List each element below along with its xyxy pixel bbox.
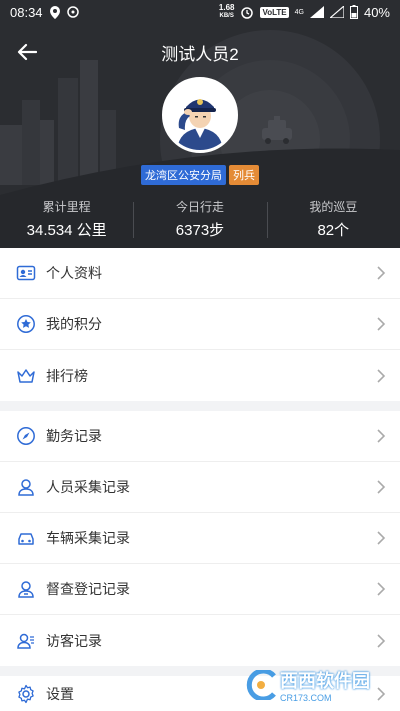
navigation-bar: 测试人员2	[0, 30, 400, 74]
stat-label: 我的巡豆	[309, 200, 358, 214]
sync-icon	[66, 6, 79, 18]
menu-item-visitor-records[interactable]: 访客记录	[0, 615, 400, 666]
chevron-right-icon	[377, 480, 386, 494]
profile-badges: 龙湾区公安分局 列兵	[0, 165, 400, 185]
stat-value: 34.534 公里	[26, 222, 107, 239]
alarm-icon	[241, 7, 254, 19]
menu-label: 督查登记记录	[46, 581, 130, 597]
menu-label: 勤务记录	[46, 428, 102, 444]
menu-label: 设置	[46, 685, 74, 702]
stat-patrol-beans: 我的巡豆 82个	[266, 198, 400, 246]
back-button[interactable]	[12, 38, 42, 66]
avatar[interactable]	[162, 77, 238, 153]
menu-item-vehicle-records[interactable]: 车辆采集记录	[0, 513, 400, 564]
gear-icon	[16, 684, 36, 704]
watermark-url: CR173.COM	[280, 693, 332, 703]
compass-icon	[16, 426, 36, 446]
menu-label: 我的积分	[46, 316, 102, 332]
battery-level: 40%	[363, 4, 390, 20]
stat-today-steps: 今日行走 6373步	[133, 198, 266, 246]
status-bar: 08:34 1.68 KB/S VoLTE 4G 40%	[0, 0, 400, 24]
no-signal-icon	[329, 6, 344, 18]
visitor-icon	[16, 631, 36, 651]
chevron-right-icon	[377, 429, 386, 443]
stat-value: 82个	[317, 222, 350, 239]
rank-badge: 列兵	[229, 165, 259, 185]
chevron-right-icon	[377, 633, 386, 648]
menu-label: 个人资料	[46, 265, 102, 281]
inspector-icon	[16, 579, 36, 599]
menu-group-records: 勤务记录 人员采集记录 车辆采集记录 督查登记记录 访客记录	[0, 411, 400, 666]
stat-total-mileage: 累计里程 34.534 公里	[0, 198, 133, 246]
status-time: 08:34	[10, 4, 43, 20]
battery-icon	[349, 5, 358, 19]
volte-badge: VoLTE	[260, 6, 289, 18]
site-watermark: 西西软件园 CR173.COM	[244, 667, 394, 703]
menu-label: 车辆采集记录	[46, 530, 130, 546]
police-officer-avatar	[165, 80, 235, 150]
id-card-icon	[16, 263, 36, 283]
menu-label: 排行榜	[46, 367, 88, 384]
chevron-right-icon	[377, 582, 386, 596]
menu-item-person-records[interactable]: 人员采集记录	[0, 462, 400, 513]
stats-row: 累计里程 34.534 公里 今日行走 6373步 我的巡豆 82个	[0, 198, 400, 246]
arrow-left-icon	[17, 43, 37, 61]
menu-item-inspection-records[interactable]: 督查登记记录	[0, 564, 400, 615]
location-icon	[49, 5, 60, 19]
menu-item-duty-records[interactable]: 勤务记录	[0, 411, 400, 462]
chevron-right-icon	[377, 531, 386, 545]
menu-label: 人员采集记录	[46, 479, 130, 495]
person-icon	[16, 477, 36, 497]
menu-item-points[interactable]: 我的积分	[0, 299, 400, 350]
profile-header: 08:34 1.68 KB/S VoLTE 4G 40% 测试人员2 龙湾区公安…	[0, 0, 400, 248]
crown-icon	[16, 366, 36, 386]
menu-item-leaderboard[interactable]: 排行榜	[0, 350, 400, 401]
signal-icon	[309, 6, 324, 18]
signal-4g: 4G	[294, 8, 304, 16]
department-badge: 龙湾区公安分局	[141, 165, 226, 185]
chevron-right-icon	[377, 368, 386, 383]
watermark-brand: 西西软件园	[280, 671, 370, 691]
stat-label: 今日行走	[175, 200, 224, 214]
page-title: 测试人员2	[161, 44, 239, 64]
network-speed: 1.68 KB/S	[218, 3, 235, 20]
points-icon	[16, 314, 36, 334]
menu-label: 访客记录	[46, 632, 102, 649]
menu-group-account: 个人资料 我的积分 排行榜	[0, 248, 400, 401]
stat-label: 累计里程	[42, 200, 91, 214]
menu-item-profile[interactable]: 个人资料	[0, 248, 400, 299]
watermark-logo-icon	[246, 670, 276, 700]
chevron-right-icon	[377, 317, 386, 331]
car-icon	[16, 528, 36, 548]
stat-value: 6373步	[175, 222, 225, 239]
chevron-right-icon	[377, 266, 386, 280]
